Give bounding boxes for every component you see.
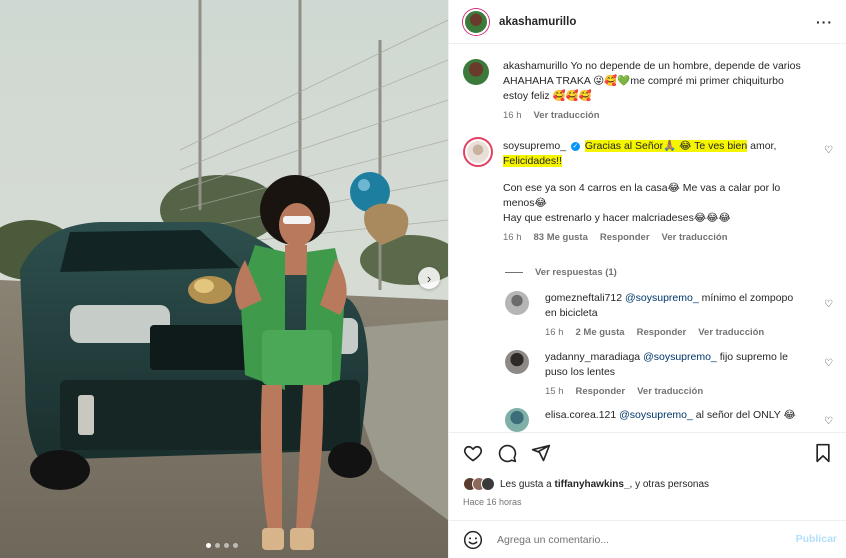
- likes-summary[interactable]: Les gusta a tiffanyhawkins_, y otras per…: [463, 477, 709, 491]
- comment: soysupremo_ ✓ Gracias al Señor🙏🏽 😂 Te ve…: [463, 137, 833, 257]
- heart-icon[interactable]: ♡: [824, 416, 833, 427]
- comment-text-highlighted: Gracias al Señor🙏🏽 😂 Te ves bien: [584, 140, 748, 152]
- comment-composer: Publicar: [449, 520, 846, 558]
- translate-link[interactable]: Ver traducción: [637, 384, 703, 399]
- translate-link[interactable]: Ver traducción: [698, 325, 764, 340]
- carousel-dot: [215, 543, 220, 548]
- comment-text-fe: Fe: [503, 155, 516, 167]
- emoji-icon[interactable]: [463, 530, 483, 550]
- reply-text: al señor del ONLY 😂: [695, 409, 796, 421]
- instagram-post-view: › akashamurillo ··· akashamurillo Yo no …: [0, 0, 846, 558]
- likes-prefix: Les gusta a: [500, 478, 552, 490]
- reply-username[interactable]: yadanny_maradiaga: [545, 351, 640, 363]
- comment-line-2: Con ese ya son 4 carros en la casa😂 Me v…: [503, 182, 781, 209]
- divider: [505, 272, 523, 273]
- post-timestamp: Hace 16 horas: [463, 497, 522, 507]
- reply: elisa.corea.121 @soysupremo_ al señor de…: [505, 408, 833, 432]
- avatar[interactable]: [463, 8, 489, 35]
- comment-likes[interactable]: 83 Me gusta: [534, 230, 588, 245]
- reply-button[interactable]: Responder: [576, 384, 626, 399]
- comment-input[interactable]: [497, 533, 767, 546]
- avatar[interactable]: [463, 137, 493, 167]
- reply-time: 16 h: [545, 327, 564, 338]
- reply-button[interactable]: Responder: [600, 230, 650, 245]
- bookmark-icon[interactable]: [813, 443, 833, 463]
- likes-suffix[interactable]: y otras personas: [635, 479, 709, 490]
- reply-likes[interactable]: 2 Me gusta: [576, 325, 625, 340]
- photo-scene: [0, 0, 448, 558]
- avatar[interactable]: [505, 408, 529, 432]
- caption: akashamurillo Yo no depende de un hombre…: [463, 59, 833, 121]
- reply-username[interactable]: gomezneftali712: [545, 292, 622, 304]
- reply-mention[interactable]: @soysupremo_: [619, 409, 693, 421]
- reply-mention[interactable]: @soysupremo_: [643, 351, 717, 363]
- reply: gomezneftali712 @soysupremo_ mínimo el z…: [505, 291, 833, 341]
- carousel-dot: [206, 543, 211, 548]
- post-actions: Les gusta a tiffanyhawkins_, y otras per…: [449, 432, 846, 520]
- reply-time: 15 h: [545, 386, 564, 397]
- heart-icon[interactable]: ♡: [824, 358, 833, 369]
- view-replies-button[interactable]: Ver respuestas (1): [505, 267, 617, 278]
- carousel-dot: [233, 543, 238, 548]
- avatar[interactable]: [505, 291, 529, 315]
- avatar: [481, 477, 495, 491]
- share-send-icon[interactable]: [531, 443, 551, 463]
- comment-time: 16 h: [503, 232, 522, 243]
- carousel-dot: [224, 543, 229, 548]
- avatar[interactable]: [463, 59, 489, 85]
- publish-button[interactable]: Publicar: [796, 533, 837, 545]
- comment-text-amor: amor,: [750, 140, 777, 152]
- post-detail-panel: akashamurillo ··· akashamurillo Yo no de…: [448, 0, 846, 558]
- reply-button[interactable]: Responder: [637, 325, 687, 340]
- carousel-dots: [206, 543, 238, 548]
- more-dots-icon[interactable]: ···: [816, 14, 833, 30]
- translate-link[interactable]: Ver traducción: [534, 108, 600, 123]
- carousel-next-button[interactable]: ›: [418, 267, 440, 289]
- like-heart-icon[interactable]: [463, 443, 483, 463]
- comment-line-3: Hay que estrenarlo y hacer malcriadeses😂…: [503, 212, 731, 224]
- caption-time: 16 h: [503, 110, 522, 121]
- translate-link[interactable]: Ver traducción: [662, 230, 728, 245]
- comments-list[interactable]: akashamurillo Yo no depende de un hombre…: [449, 45, 846, 432]
- heart-icon[interactable]: ♡: [824, 145, 833, 156]
- comment-text-licidades: licidades!!: [515, 155, 562, 167]
- reply-username[interactable]: elisa.corea.121: [545, 409, 616, 421]
- comment-username[interactable]: soysupremo_: [503, 140, 566, 152]
- header-username[interactable]: akashamurillo: [499, 16, 576, 28]
- reply-mention[interactable]: @soysupremo_: [625, 292, 699, 304]
- verified-badge-icon: ✓: [570, 141, 580, 151]
- avatar[interactable]: [505, 350, 529, 374]
- heart-icon[interactable]: ♡: [824, 299, 833, 310]
- likes-user[interactable]: tiffanyhawkins_: [555, 479, 630, 490]
- caption-username[interactable]: akashamurillo: [503, 60, 568, 72]
- comment-bubble-icon[interactable]: [497, 443, 517, 463]
- reply: yadanny_maradiaga @soysupremo_ fijo supr…: [505, 350, 833, 400]
- post-photo[interactable]: ›: [0, 0, 448, 558]
- post-header: akashamurillo ···: [449, 0, 846, 44]
